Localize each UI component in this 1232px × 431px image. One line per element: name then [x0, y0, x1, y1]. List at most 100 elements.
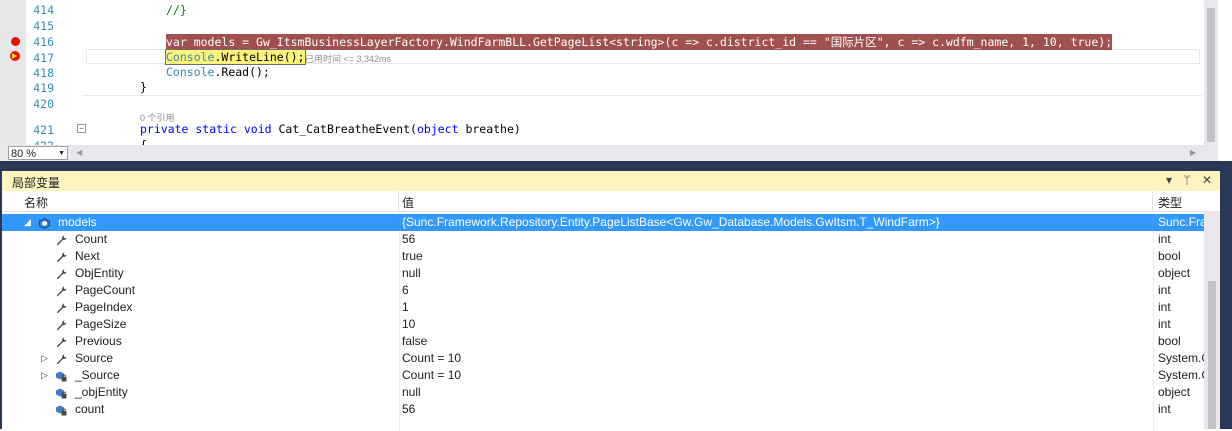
code-segment: breathe) [458, 122, 521, 136]
close-icon[interactable]: ✕ [1202, 173, 1212, 187]
locals-row[interactable]: PageIndex 1 int [2, 299, 1204, 316]
code-line-418[interactable]: Console.Read(); [166, 65, 270, 79]
variable-name: _objEntity [75, 385, 128, 399]
variable-type: int [1158, 300, 1171, 314]
keyword: object [416, 122, 459, 136]
private-field-icon [56, 404, 67, 416]
variable-type: int [1158, 402, 1171, 416]
locals-row[interactable]: Previous false bool [2, 333, 1204, 350]
variable-value[interactable]: true [402, 248, 423, 265]
variable-value[interactable]: 56 [402, 401, 415, 418]
expand-arrow-icon[interactable]: ▷ [41, 367, 48, 384]
string-literal: "国际片区" [823, 35, 884, 49]
line-number: 419 [33, 81, 54, 95]
variable-value[interactable]: null [402, 265, 421, 282]
editor-scroll-thumb[interactable] [1207, 8, 1215, 142]
variable-type: object [1158, 266, 1191, 280]
locals-row[interactable]: PageCount 6 int [2, 282, 1204, 299]
variable-type: bool [1158, 249, 1181, 263]
code-segment: Cat_CatBreatheEvent( [271, 122, 417, 136]
chevron-down-icon: ▼ [58, 150, 65, 157]
line-number: 421 [33, 123, 54, 137]
variable-name: Previous [75, 334, 122, 348]
window-splitter[interactable] [0, 161, 1232, 171]
variable-type: int [1158, 232, 1171, 246]
wrench-icon [56, 251, 67, 263]
collapse-icon[interactable]: − [77, 124, 86, 133]
locals-row[interactable]: ObjEntity null object [2, 265, 1204, 282]
variable-type: Sunc.Fra [1158, 215, 1204, 229]
line-number: 414 [33, 3, 54, 17]
zoom-select[interactable]: 80 % ▼ [8, 146, 68, 160]
locals-row[interactable]: count 56 int [2, 401, 1204, 418]
code-line-416-highlighted[interactable]: var models = Gw_ItsmBusinessLayerFactory… [166, 34, 1113, 50]
code-line-417[interactable]: Console.WriteLine(); [165, 49, 306, 65]
code-segment: .Read(); [214, 65, 270, 79]
variable-name: _Source [75, 368, 120, 382]
pin-icon[interactable]: ᛘ [1183, 173, 1190, 187]
column-headers: 名称 值 类型 [2, 191, 1220, 212]
variable-value[interactable]: {Sunc.Framework.Repository.Entity.PageLi… [402, 214, 940, 231]
code-editor[interactable]: 414 //} 415 416 var models = Gw_ItsmBusi… [0, 0, 1232, 164]
variable-name: PageSize [75, 317, 127, 331]
code-segment: models = Gw_ItsmBusinessLayerFactory.Win… [186, 35, 617, 49]
variable-name: PageIndex [75, 300, 133, 314]
variable-value[interactable]: null [402, 384, 421, 401]
variable-value[interactable]: Count = 10 [402, 350, 461, 367]
variable-type: object [1158, 385, 1191, 399]
line-number: 418 [33, 66, 54, 80]
locals-row[interactable]: ▷ Source Count = 10 System.C [2, 350, 1204, 367]
code-line-422[interactable]: { [140, 138, 147, 145]
locals-row[interactable]: ▷ _Source Count = 10 System.C [2, 367, 1204, 384]
keyword: true [1070, 35, 1099, 49]
variable-value[interactable]: 6 [402, 282, 409, 299]
header-value[interactable]: 值 [402, 194, 414, 211]
locals-row[interactable]: Count 56 int [2, 231, 1204, 248]
collapse-arrow-icon[interactable]: ◢ [24, 214, 31, 231]
wrench-icon [56, 336, 67, 348]
breakpoint-icon[interactable] [11, 37, 20, 46]
variable-name: ObjEntity [75, 266, 124, 280]
wrench-icon [56, 285, 67, 297]
locals-row[interactable]: Next true bool [2, 248, 1204, 265]
code-line-419[interactable]: } [140, 80, 147, 94]
variable-value[interactable]: 56 [402, 231, 415, 248]
scroll-right-icon[interactable]: ▶ [1190, 148, 1196, 157]
panel-buttons: ▾ ᛘ ✕ [1158, 173, 1212, 187]
header-type[interactable]: 类型 [1158, 194, 1182, 211]
wrench-icon [56, 353, 67, 365]
locals-row[interactable]: _objEntity null object [2, 384, 1204, 401]
variable-name: Next [75, 249, 100, 263]
scroll-left-icon[interactable]: ◀ [76, 148, 82, 157]
wrench-icon [56, 268, 67, 280]
expand-arrow-icon[interactable]: ▷ [41, 350, 48, 367]
panel-title-bar[interactable]: 局部变量 ▾ ᛘ ✕ [2, 171, 1220, 191]
editor-gutter[interactable] [0, 0, 26, 148]
header-name[interactable]: 名称 [24, 194, 48, 211]
variable-value[interactable]: Count = 10 [402, 367, 461, 384]
variable-value[interactable]: false [402, 333, 427, 350]
locals-row[interactable]: PageSize 10 int [2, 316, 1204, 333]
variable-name: PageCount [75, 283, 136, 297]
variable-type: System.C [1158, 351, 1204, 365]
dropdown-icon[interactable]: ▾ [1166, 173, 1172, 187]
panel-title: 局部变量 [12, 176, 61, 190]
code-line-414[interactable]: //} [166, 3, 187, 17]
line-number: 416 [33, 35, 54, 49]
variable-value[interactable]: 1 [402, 299, 409, 316]
header-divider[interactable] [1152, 191, 1153, 211]
code-line-421[interactable]: private static void Cat_CatBreatheEvent(… [140, 122, 521, 136]
line-number: 417 [33, 51, 54, 65]
code-segment: >(c => c.district_id == [657, 35, 824, 49]
header-divider[interactable] [398, 191, 399, 211]
code-segment: , c => c.wdfm_name, 1, 10, [883, 35, 1071, 49]
editor-horizontal-scrollbar[interactable] [0, 145, 1218, 161]
zoom-value: 80 % [11, 148, 37, 160]
locals-panel: 局部变量 ▾ ᛘ ✕ 名称 值 类型 ◢ models {Sunc.Framewor… [0, 171, 1222, 431]
private-field-icon [56, 370, 67, 382]
panel-scroll-thumb[interactable] [1208, 281, 1216, 429]
line-number: 415 [33, 19, 54, 33]
method-separator [82, 95, 1202, 96]
locals-row[interactable]: ◢ models {Sunc.Framework.Repository.Entity… [2, 214, 1204, 231]
variable-value[interactable]: 10 [402, 316, 415, 333]
